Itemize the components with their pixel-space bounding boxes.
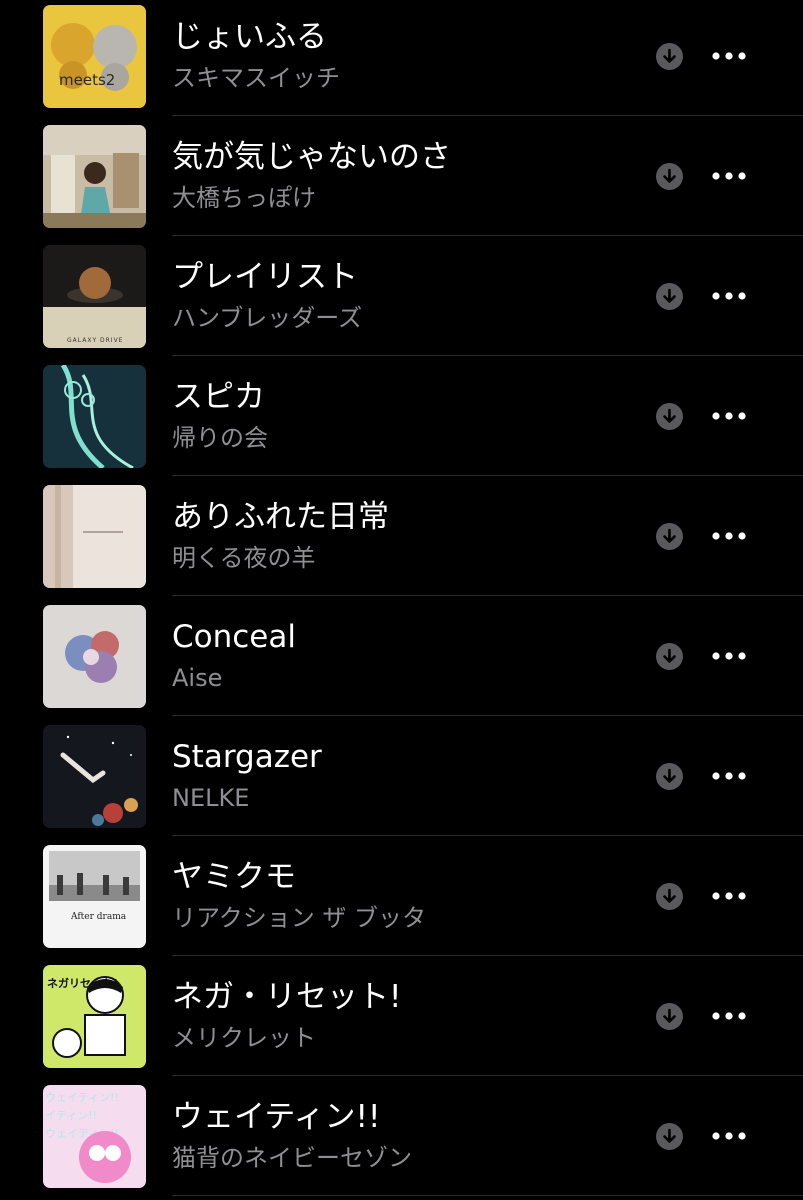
- row-divider: [172, 475, 803, 476]
- more-options-icon[interactable]: [712, 412, 746, 420]
- download-icon[interactable]: [656, 1003, 683, 1030]
- song-title: ありふれた日常: [172, 499, 389, 535]
- song-artist: メリクレット: [172, 1024, 316, 1052]
- more-options-icon[interactable]: [712, 1012, 746, 1020]
- album-artwork[interactable]: ネガリセット!: [43, 965, 146, 1068]
- song-title: ヤミクモ: [172, 859, 296, 895]
- row-divider: [172, 115, 803, 116]
- song-row[interactable]: After drama ヤミクモ リアクション ザ ブッタ: [0, 840, 803, 960]
- row-divider: [172, 1075, 803, 1076]
- album-art-image: ウェイティン!! ウェイティン!! ウェイティン!!: [43, 1085, 146, 1188]
- more-options-icon[interactable]: [712, 52, 746, 60]
- album-art-image: ネガリセット!: [43, 965, 146, 1068]
- download-icon[interactable]: [656, 643, 683, 670]
- album-artwork[interactable]: ウェイティン!! ウェイティン!! ウェイティン!!: [43, 1085, 146, 1188]
- song-row[interactable]: GALAXY DRIVE プレイリスト ハンブレッダーズ: [0, 240, 803, 360]
- song-title: プレイリスト: [172, 259, 358, 295]
- song-row[interactable]: 気が気じゃないのさ 大橋ちっぽけ: [0, 120, 803, 240]
- song-title: 気が気じゃないのさ: [172, 139, 451, 175]
- row-divider: [172, 595, 803, 596]
- row-divider: [172, 715, 803, 716]
- album-art-text: ウェイティン!!: [45, 1091, 119, 1104]
- row-divider: [172, 355, 803, 356]
- download-icon[interactable]: [656, 283, 683, 310]
- album-art-image: [43, 485, 146, 588]
- download-icon[interactable]: [656, 403, 683, 430]
- album-artwork[interactable]: [43, 365, 146, 468]
- row-divider: [172, 835, 803, 836]
- song-row[interactable]: meets2 じょいふる スキマスイッチ: [0, 0, 803, 120]
- song-title: スピカ: [172, 379, 265, 415]
- album-art-text: ネガリセット!: [47, 976, 118, 990]
- song-row[interactable]: ウェイティン!! ウェイティン!! ウェイティン!! ウェイティン!! 猫背のネ…: [0, 1080, 803, 1200]
- song-artist: 大橋ちっぽけ: [172, 184, 316, 212]
- album-artwork[interactable]: After drama: [43, 845, 146, 948]
- song-artist: 帰りの会: [172, 424, 268, 452]
- album-artwork[interactable]: meets2: [43, 5, 146, 108]
- album-art-image: [43, 605, 146, 708]
- song-row[interactable]: Conceal Aise: [0, 600, 803, 720]
- more-options-icon[interactable]: [712, 772, 746, 780]
- song-row[interactable]: ネガリセット! ネガ・リセット! メリクレット: [0, 960, 803, 1080]
- download-icon[interactable]: [656, 163, 683, 190]
- album-art-image: [43, 125, 146, 228]
- more-options-icon[interactable]: [712, 1132, 746, 1140]
- more-options-icon[interactable]: [712, 532, 746, 540]
- album-art-image: [43, 725, 146, 828]
- download-icon[interactable]: [656, 1123, 683, 1150]
- song-title: Stargazer: [172, 739, 322, 775]
- album-art-image: [43, 365, 146, 468]
- album-artwork[interactable]: [43, 125, 146, 228]
- song-row[interactable]: ありふれた日常 明くる夜の羊: [0, 480, 803, 600]
- album-art-image: After drama: [43, 845, 146, 948]
- album-art-text: After drama: [70, 912, 127, 922]
- row-divider: [172, 1195, 803, 1196]
- song-artist: 明くる夜の羊: [172, 544, 316, 572]
- row-divider: [172, 235, 803, 236]
- more-options-icon[interactable]: [712, 292, 746, 300]
- song-list: meets2 じょいふる スキマスイッチ 気が気じゃないのさ 大橋ちっぽけ GA…: [0, 0, 803, 1200]
- song-title: ネガ・リセット!: [172, 979, 402, 1015]
- song-title: Conceal: [172, 619, 296, 655]
- song-title: ウェイティン!!: [172, 1099, 381, 1135]
- album-artwork[interactable]: GALAXY DRIVE: [43, 245, 146, 348]
- album-art-image: meets2: [43, 5, 146, 108]
- song-artist: NELKE: [172, 784, 250, 812]
- song-artist: スキマスイッチ: [172, 64, 340, 92]
- song-artist: ハンブレッダーズ: [172, 304, 363, 332]
- song-artist: 猫背のネイビーセゾン: [172, 1144, 412, 1172]
- song-artist: リアクション ザ ブッタ: [172, 904, 427, 932]
- download-icon[interactable]: [656, 763, 683, 790]
- download-icon[interactable]: [656, 523, 683, 550]
- song-row[interactable]: スピカ 帰りの会: [0, 360, 803, 480]
- album-artwork[interactable]: [43, 605, 146, 708]
- album-art-text: ウェイティン!!: [43, 1109, 97, 1122]
- more-options-icon[interactable]: [712, 652, 746, 660]
- song-artist: Aise: [172, 664, 223, 692]
- row-divider: [172, 955, 803, 956]
- album-art-text: meets2: [59, 71, 115, 89]
- album-artwork[interactable]: [43, 485, 146, 588]
- album-art-text: GALAXY DRIVE: [67, 337, 123, 344]
- download-icon[interactable]: [656, 883, 683, 910]
- song-title: じょいふる: [172, 19, 327, 55]
- more-options-icon[interactable]: [712, 892, 746, 900]
- download-icon[interactable]: [656, 43, 683, 70]
- album-art-image: GALAXY DRIVE: [43, 245, 146, 348]
- song-row[interactable]: Stargazer NELKE: [0, 720, 803, 840]
- album-artwork[interactable]: [43, 725, 146, 828]
- more-options-icon[interactable]: [712, 172, 746, 180]
